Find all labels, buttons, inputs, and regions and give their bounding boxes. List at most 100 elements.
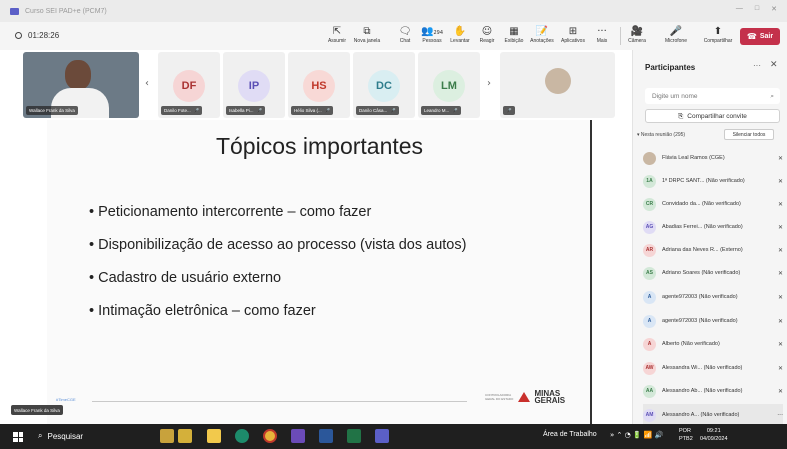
camera-off-icon: 🎥 xyxy=(630,26,644,37)
phone-icon: ☎ xyxy=(746,32,757,41)
avatar: IP xyxy=(238,70,270,102)
raise-hand-button[interactable]: ✋ Levantar xyxy=(445,25,475,44)
chevron-left-icon[interactable]: ‹ xyxy=(145,78,149,89)
mic-muted-icon: 🎤 xyxy=(452,107,458,113)
share-invite-button[interactable]: ⎘ Compartilhar convite xyxy=(645,109,780,123)
chevron-right-icon[interactable]: › xyxy=(487,78,491,89)
maximize-button[interactable]: □ xyxy=(755,5,759,13)
participant-row[interactable]: Flávia Leal Ramos (CGE) ✕ xyxy=(643,147,783,169)
mic-muted-icon: ✕ xyxy=(777,177,783,185)
taskbar-clock[interactable]: 09:21 04/09/2024 xyxy=(700,427,728,443)
participant-tile[interactable]: LM Leandro M... 🎤 xyxy=(418,52,480,118)
participant-row[interactable]: AM Alessandro A... (Não verificado) ··· xyxy=(643,404,783,426)
close-window-button[interactable]: ✕ xyxy=(771,5,777,13)
edge-icon[interactable] xyxy=(235,429,249,443)
mic-muted-icon: ✕ xyxy=(777,387,783,395)
participant-row[interactable]: 1A 1ª DRPC SANT... (Não verificado) ✕ xyxy=(643,170,783,192)
avatar: CR xyxy=(643,197,656,211)
panel-title: Participantes xyxy=(645,63,696,72)
minimize-button[interactable]: — xyxy=(736,5,743,13)
participant-row[interactable]: CR Convidado da... (Não verificado) ✕ xyxy=(643,193,783,215)
avatar: A xyxy=(643,314,656,328)
toolbar-divider xyxy=(620,27,621,45)
more-button[interactable]: ··· Mais xyxy=(587,25,617,44)
search-icon: ⌕ xyxy=(38,431,43,440)
chrome-icon[interactable] xyxy=(263,429,277,443)
avatar: AM xyxy=(643,408,656,422)
slide-bullet: • Cadastro de usuário externo xyxy=(89,270,282,286)
file-explorer-icon[interactable] xyxy=(207,429,221,443)
avatar: DC xyxy=(368,70,400,102)
logo-triangle-icon xyxy=(518,392,531,402)
excel-icon[interactable] xyxy=(347,429,361,443)
view-button[interactable]: ▦ Exibição xyxy=(499,25,529,44)
taskbar-search[interactable]: ⌕ Pesquisar xyxy=(38,431,83,441)
participant-row[interactable]: AW Alessandra Wi... (Não verificado) ✕ xyxy=(643,357,783,379)
avatar: AG xyxy=(643,220,656,234)
desktop-label[interactable]: Área de Trabalho xyxy=(543,431,597,438)
word-icon[interactable] xyxy=(319,429,333,443)
mic-muted-icon: ✕ xyxy=(777,317,783,325)
in-meeting-header[interactable]: ▾ Nesta reunião (295) xyxy=(637,132,685,138)
meeting-timer: 01:28:26 xyxy=(15,31,59,40)
participant-row[interactable]: A Alberto (Não verificado) ✕ xyxy=(643,333,783,355)
mic-muted-icon: 🎤 xyxy=(256,107,263,113)
avatar: AA xyxy=(643,384,656,398)
participant-row[interactable]: AA Alessandro Ab... (Não verificado) ✕ xyxy=(643,380,783,402)
participant-tile[interactable]: IP Isabella Pi... 🎤 xyxy=(223,52,285,118)
avatar xyxy=(643,151,656,165)
slide-hashtag: #TimeCGE xyxy=(56,397,76,402)
share-button[interactable]: ⬆ Compartilhar xyxy=(703,25,733,44)
windows-start-icon[interactable] xyxy=(13,432,23,442)
minas-gerais-logo: CONTROLADORIA GERAL DO ESTADO MINAS GERA… xyxy=(485,389,566,405)
window-title-bar: Curso SEI PAD+e (PCM7) xyxy=(0,0,787,22)
panel-more-icon[interactable]: ··· xyxy=(753,61,761,70)
avatar: AR xyxy=(643,243,656,257)
taskbar-app-icon[interactable] xyxy=(160,429,174,443)
close-icon[interactable]: ✕ xyxy=(770,60,778,70)
teams-icon[interactable] xyxy=(375,429,389,443)
participant-tile[interactable]: DC Danilo Câsa... 🎤 xyxy=(353,52,415,118)
mic-muted-icon: 🎤 xyxy=(390,107,396,113)
mic-muted-icon: ✕ xyxy=(777,364,783,372)
new-window-button[interactable]: ⧉ Nova janela xyxy=(352,25,382,44)
mic-muted-icon: ✕ xyxy=(777,200,783,208)
participant-tile[interactable]: HS Hélio Silva (... 🎤 xyxy=(288,52,350,118)
taskbar-app-icon[interactable] xyxy=(178,429,192,443)
mic-muted-icon: ✕ xyxy=(777,340,783,348)
mic-muted-icon: ✕ xyxy=(777,293,783,301)
tile-name-label: Wallace Frank da Silva xyxy=(26,106,78,115)
leave-button[interactable]: ☎ Sair xyxy=(740,28,780,45)
camera-button[interactable]: 🎥 Câmera xyxy=(622,25,652,44)
mute-all-button[interactable]: Silenciar todos xyxy=(724,129,774,140)
participant-tile[interactable]: 🎤 xyxy=(500,52,615,118)
slide-divider xyxy=(92,401,467,402)
mic-muted-icon: ✕ xyxy=(777,154,783,162)
participant-row[interactable]: AR Adriana das Neves R... (Externo) ✕ xyxy=(643,239,783,261)
shared-slide: Tópicos importantes • Peticionamento int… xyxy=(47,120,592,425)
pen-app-icon[interactable] xyxy=(291,429,305,443)
more-icon[interactable]: ··· xyxy=(771,412,783,419)
react-button[interactable]: ☺ Reagir xyxy=(472,25,502,44)
windows-taskbar: ⌕ Pesquisar Área de Trabalho » ⌃ ◔ 🔋 📶 🔊… xyxy=(0,424,787,449)
chat-button[interactable]: 🗨 Chat xyxy=(390,25,420,44)
slide-title: Tópicos importantes xyxy=(215,133,424,159)
people-count: 294 xyxy=(433,30,443,36)
speaker-video-tile[interactable]: Wallace Frank da Silva xyxy=(23,52,139,118)
avatar xyxy=(544,68,571,94)
microphone-button[interactable]: 🎤 Microfone xyxy=(661,25,691,44)
participant-tile[interactable]: DF Danilo Fote... 🎤 xyxy=(158,52,220,118)
participant-row[interactable]: Aagente972003 (Não verificado) ✕ xyxy=(643,286,783,308)
participant-row[interactable]: Aagente972003 (Não verificado) ✕ xyxy=(643,310,783,332)
mic-muted-icon: 🎤 xyxy=(506,107,512,113)
language-indicator[interactable]: POR PTB2 xyxy=(679,427,693,443)
take-control-button[interactable]: ⇱ Assumir xyxy=(322,25,352,44)
apps-button[interactable]: ⊞ Aplicativos xyxy=(558,25,588,44)
notes-button[interactable]: 📝 Anotações xyxy=(527,25,557,44)
participant-row[interactable]: AG Abadias Ferrei... (Não verificado) ✕ xyxy=(643,216,783,238)
system-tray-icons[interactable]: » ⌃ ◔ 🔋 📶 🔊 xyxy=(610,431,664,439)
people-button[interactable]: 👥294 Pessoas xyxy=(417,25,447,44)
participant-row[interactable]: AS Adriano Soares (Não verificado) ✕ xyxy=(643,262,783,284)
slide-bullet: • Disponibilização de acesso ao processo… xyxy=(89,237,467,253)
search-input[interactable]: Digite um nome ⌕ xyxy=(645,88,780,104)
